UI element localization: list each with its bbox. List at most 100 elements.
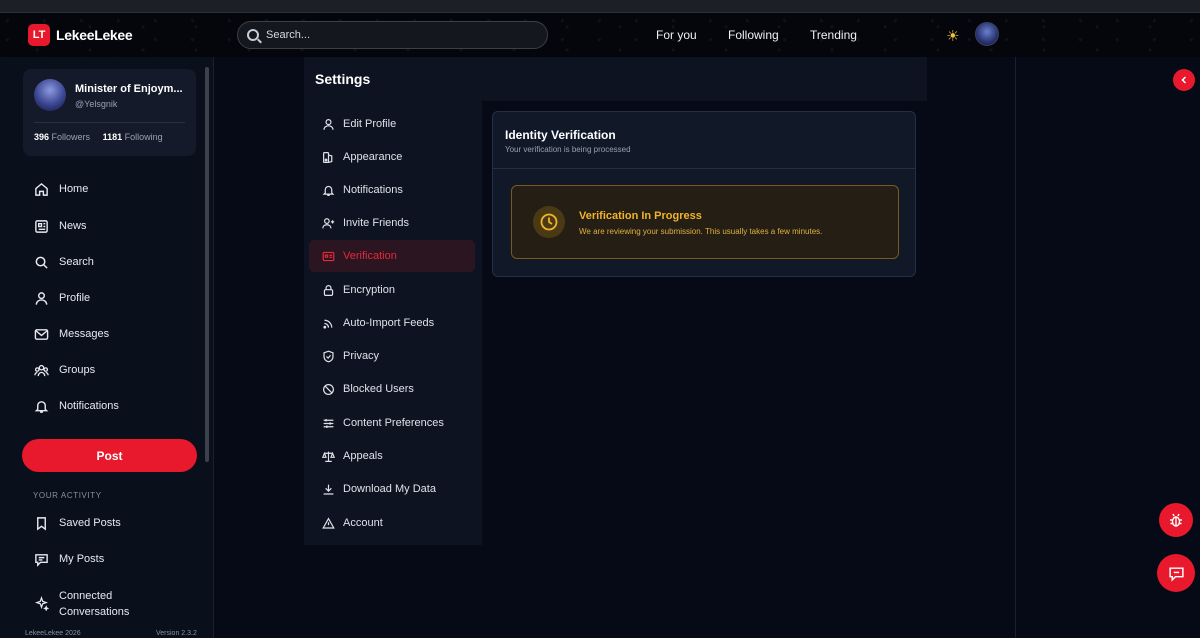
followers-label[interactable]: Followers <box>52 132 91 142</box>
settings-item-label: Appeals <box>343 450 383 462</box>
settings-item-label: Verification <box>343 250 397 262</box>
sidebar-item-groups[interactable]: Groups <box>33 362 95 378</box>
news-icon <box>33 218 49 234</box>
settings-item-appeals[interactable]: Appeals <box>309 440 475 472</box>
search-icon <box>33 254 49 270</box>
collapse-panel-button[interactable] <box>1173 69 1195 91</box>
logo[interactable]: LT LekeeLekee <box>28 24 133 46</box>
settings-item-notifications[interactable]: Notifications <box>309 174 475 206</box>
sidebar-item-label: My Posts <box>59 553 105 565</box>
user-avatar[interactable] <box>975 22 999 46</box>
settings-header: Settings <box>304 57 927 101</box>
top-bar: LT LekeeLekee For you Following Trending… <box>0 13 1200 57</box>
followers-count[interactable]: 396 <box>34 132 49 142</box>
right-column-divider <box>1015 57 1016 638</box>
profile-card[interactable]: Minister of Enjoym... @Yelsgnik 396 Foll… <box>23 69 196 156</box>
logo-icon: LT <box>28 24 50 46</box>
footer-copyright: LekeeLekee 2026 <box>25 630 81 637</box>
sidebar-item-saved-posts[interactable]: Saved Posts <box>33 515 121 531</box>
chevron-left-icon <box>1181 76 1187 84</box>
rss-icon <box>321 316 335 330</box>
sidebar-item-profile[interactable]: Profile <box>33 290 90 306</box>
sliders-icon <box>321 416 335 430</box>
bug-report-button[interactable] <box>1159 503 1193 537</box>
settings-menu: Edit Profile Appearance Notifications In… <box>304 101 482 545</box>
profile-name: Minister of Enjoym... <box>75 83 183 95</box>
sidebar-item-label: Messages <box>59 328 110 340</box>
following-label[interactable]: Following <box>125 132 163 142</box>
warning-icon <box>321 516 335 530</box>
profile-handle: @Yelsgnik <box>75 99 118 109</box>
home-icon <box>33 181 49 197</box>
shield-icon <box>321 349 335 363</box>
settings-item-edit-profile[interactable]: Edit Profile <box>309 108 475 140</box>
sidebar-item-notifications[interactable]: Notifications <box>33 398 119 414</box>
sidebar-item-label: News <box>59 220 87 232</box>
sidebar-item-label: Groups <box>59 364 96 376</box>
sidebar-item-messages[interactable]: Messages <box>33 326 109 342</box>
settings-item-encryption[interactable]: Encryption <box>309 274 475 306</box>
sidebar-item-search[interactable]: Search <box>33 254 94 270</box>
search-bar[interactable] <box>237 21 548 49</box>
tab-trending[interactable]: Trending <box>810 28 857 42</box>
card-title: Identity Verification <box>505 128 616 142</box>
settings-item-label: Encryption <box>343 284 395 296</box>
sidebar-item-my-posts[interactable]: My Posts <box>33 551 104 567</box>
tab-following[interactable]: Following <box>728 28 779 42</box>
chat-icon <box>1168 566 1184 582</box>
browser-chrome-strip <box>0 0 1200 13</box>
sidebar-item-news[interactable]: News <box>33 218 87 234</box>
following-count[interactable]: 1181 <box>103 132 123 142</box>
settings-item-privacy[interactable]: Privacy <box>309 340 475 372</box>
settings-item-appearance[interactable]: Appearance <box>309 141 475 173</box>
divider <box>34 122 185 123</box>
lock-icon <box>321 283 335 297</box>
sidebar-item-connected-conversations[interactable]: Connected Conversations <box>33 588 129 620</box>
sidebar-item-label: Connected Conversations <box>59 588 129 620</box>
alert-text: We are reviewing your submission. This u… <box>579 227 823 236</box>
sidebar-scrollbar[interactable] <box>205 67 209 462</box>
sidebar: Minister of Enjoym... @Yelsgnik 396 Foll… <box>0 57 214 638</box>
theme-toggle-sun-icon[interactable]: ☀ <box>946 27 959 45</box>
scale-icon <box>321 449 335 463</box>
settings-item-label: Auto-Import Feeds <box>343 317 435 329</box>
settings-item-label: Download My Data <box>343 483 436 495</box>
sidebar-item-label: Profile <box>59 292 91 304</box>
settings-item-download-my-data[interactable]: Download My Data <box>309 473 475 505</box>
settings-item-label: Appearance <box>343 151 403 163</box>
user-icon <box>33 290 49 306</box>
sidebar-item-home[interactable]: Home <box>33 181 88 197</box>
post-button[interactable]: Post <box>22 439 197 472</box>
settings-item-verification[interactable]: Verification <box>309 240 475 272</box>
identity-verification-card: Identity Verification Your verification … <box>492 111 916 277</box>
section-label-your-activity: YOUR ACTIVITY <box>33 491 102 500</box>
tab-for-you[interactable]: For you <box>656 28 697 42</box>
settings-item-account[interactable]: Account <box>309 507 475 539</box>
settings-item-invite-friends[interactable]: Invite Friends <box>309 207 475 239</box>
user-icon <box>321 117 335 131</box>
settings-item-label: Privacy <box>343 350 380 362</box>
label-line-2: Conversations <box>59 606 130 618</box>
bell-icon <box>33 398 49 414</box>
sidebar-item-label: Search <box>59 256 94 268</box>
alert-title: Verification In Progress <box>579 210 702 222</box>
sidebar-item-label: Home <box>59 183 89 195</box>
profile-stats: 396 Followers 1181 Following <box>34 132 163 142</box>
feedback-chat-button[interactable] <box>1157 554 1195 592</box>
footer-version: Version 2.3.2 <box>156 630 197 637</box>
palette-icon <box>321 150 335 164</box>
settings-item-label: Content Preferences <box>343 417 444 429</box>
settings-item-label: Edit Profile <box>343 118 397 130</box>
bookmark-icon <box>33 515 49 531</box>
sidebar-item-label: Saved Posts <box>59 517 121 529</box>
search-input[interactable] <box>266 29 506 41</box>
settings-item-content-preferences[interactable]: Content Preferences <box>309 407 475 439</box>
page-title: Settings <box>315 71 371 87</box>
user-plus-icon <box>321 216 335 230</box>
settings-item-blocked-users[interactable]: Blocked Users <box>309 373 475 405</box>
posts-icon <box>33 551 49 567</box>
settings-item-auto-import-feeds[interactable]: Auto-Import Feeds <box>309 307 475 339</box>
bug-icon <box>1170 513 1182 527</box>
sidebar-item-label: Notifications <box>59 400 119 412</box>
download-icon <box>321 482 335 496</box>
